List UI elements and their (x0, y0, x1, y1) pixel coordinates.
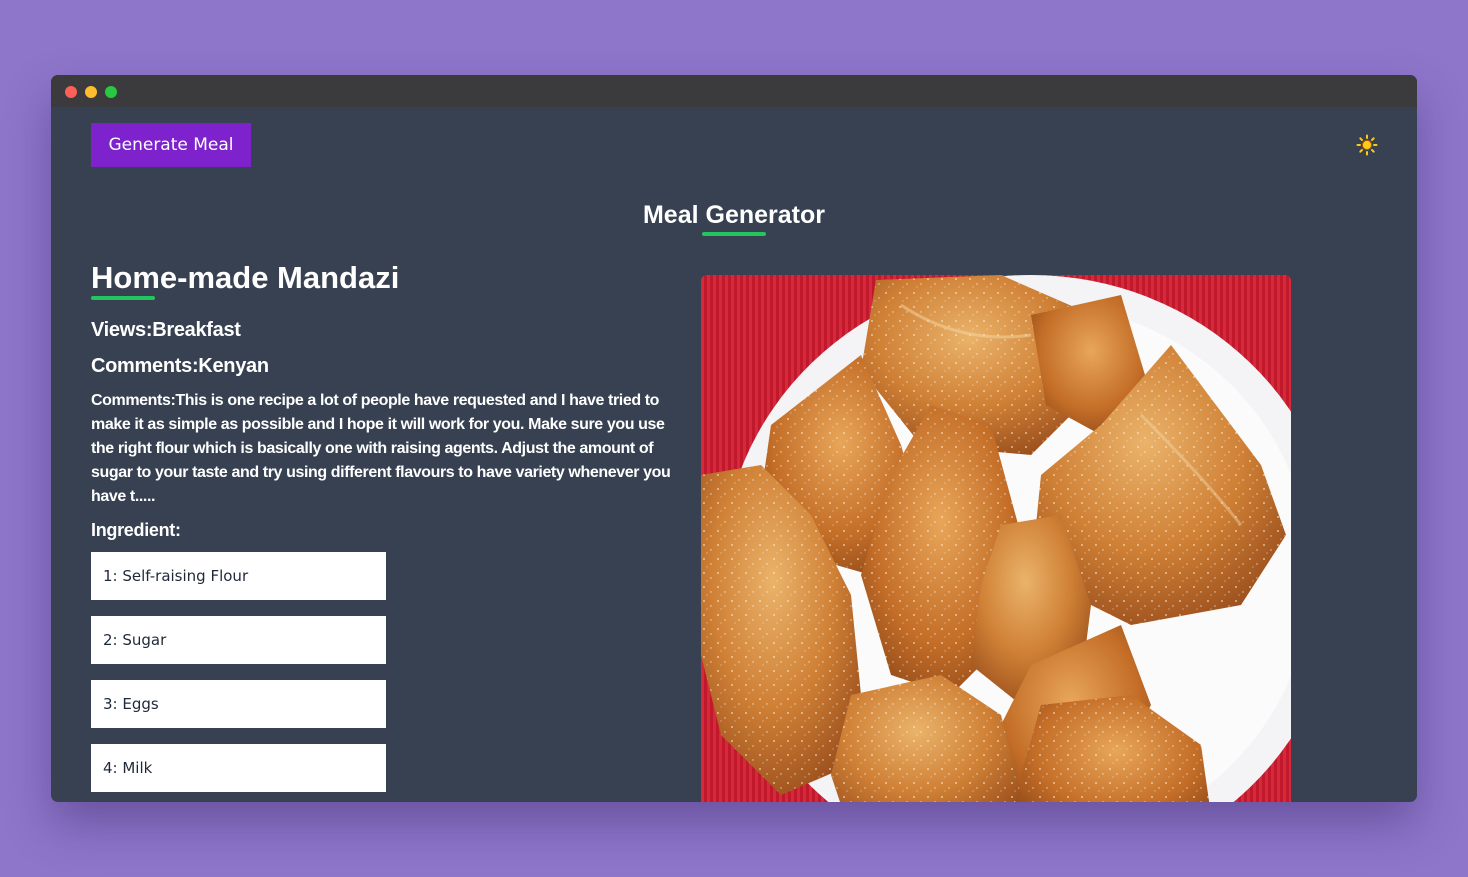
ingredient-item: 4: Milk (91, 744, 386, 792)
meal-name-underline (91, 296, 155, 300)
maximize-window-button[interactable] (105, 86, 117, 98)
app-content: Generate Meal Meal Generator Home-made M… (51, 107, 1417, 802)
meal-category: Views:Breakfast (91, 319, 241, 341)
title-underline (702, 232, 766, 236)
minimize-window-button[interactable] (85, 86, 97, 98)
sun-icon[interactable] (1356, 134, 1378, 156)
app-window: Generate Meal Meal Generator Home-made M… (51, 75, 1417, 802)
window-titlebar (51, 75, 1417, 107)
page-title: Meal Generator (642, 201, 825, 229)
ingredient-heading: Ingredient: (91, 520, 181, 540)
meal-name: Home-made Mandazi (91, 260, 400, 295)
meal-image (701, 275, 1291, 802)
ingredient-item: 3: Eggs (91, 680, 386, 728)
meal-description: Comments:This is one recipe a lot of peo… (91, 392, 671, 505)
ingredient-item: 1: Self-raising Flour (91, 552, 386, 600)
ingredient-item: 2: Sugar (91, 616, 386, 664)
ingredient-list: 1: Self-raising Flour 2: Sugar 3: Eggs 4… (91, 552, 386, 802)
meal-area: Comments:Kenyan (91, 355, 269, 377)
generate-meal-button[interactable]: Generate Meal (91, 123, 251, 167)
close-window-button[interactable] (65, 86, 77, 98)
